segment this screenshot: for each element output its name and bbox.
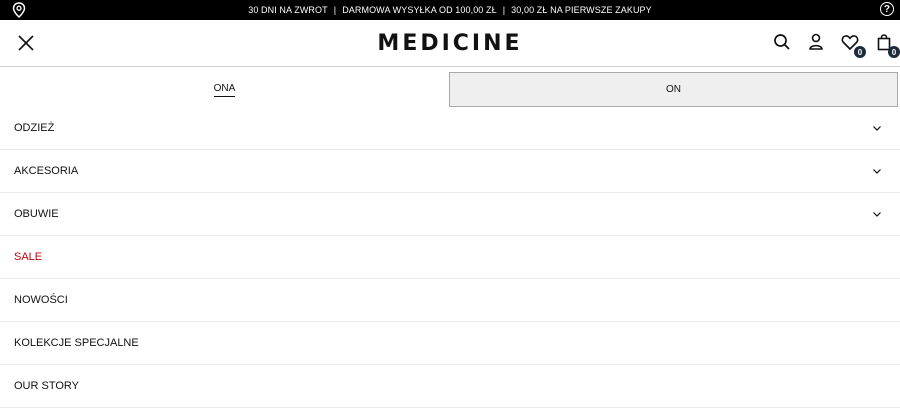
search-button[interactable] [772,32,792,52]
close-icon[interactable] [17,34,35,52]
brand-logo[interactable]: MEDICINE [377,31,522,56]
wishlist-button[interactable]: 0 [840,32,866,58]
menu-item-label: AKCESORIA [14,165,79,177]
menu-item-obuwie[interactable]: OBUWIE [0,193,900,236]
menu-item-label: OBUWIE [14,208,59,220]
location-pin-icon[interactable] [12,2,26,18]
site-header: MEDICINE 0 0 [0,20,900,67]
cart-count-badge: 0 [888,46,900,58]
user-icon [809,33,823,50]
promo-free-shipping: DARMOWA WYSYŁKA OD 100,00 ZŁ [342,5,497,15]
menu-item-label: OUR STORY [14,380,79,392]
chevron-down-icon[interactable] [872,166,882,176]
menu-item-label: KOLEKCJE SPECJALNE [14,337,139,349]
tab-on-label: ON [666,84,681,95]
account-button[interactable] [806,32,826,52]
search-icon [774,34,790,50]
menu-item-label: ODZIEŻ [14,122,55,134]
menu-item-kolekcje-specjalne[interactable]: KOLEKCJE SPECJALNE [0,322,900,365]
menu-item-sale[interactable]: SALE [0,236,900,279]
promo-first-purchase: 30,00 ZŁ NA PIERWSZE ZAKUPY [511,5,652,15]
wishlist-count-badge: 0 [854,46,866,58]
top-promo-bar: 30 DNI NA ZWROT | DARMOWA WYSYŁKA OD 100… [0,0,900,20]
gender-tabs: ONA ON [0,72,900,107]
cart-button[interactable]: 0 [874,32,900,58]
menu-item-label: SALE [14,251,43,263]
chevron-down-icon[interactable] [872,209,882,219]
promo-separator: | [502,5,506,15]
category-menu: ODZIEŻ AKCESORIA OBUWIE SALE NOWOŚCI KOL… [0,107,900,408]
tab-ona-label: ONA [213,83,236,97]
help-icon[interactable]: ? [880,2,894,16]
promo-returns: 30 DNI NA ZWROT [248,5,328,15]
tab-on[interactable]: ON [449,72,898,107]
chevron-down-icon[interactable] [872,123,882,133]
menu-item-our-story[interactable]: OUR STORY [0,365,900,408]
header-actions: 0 0 [772,32,900,58]
promo-separator: | [333,5,337,15]
menu-item-akcesoria[interactable]: AKCESORIA [0,150,900,193]
menu-item-label: NOWOŚCI [14,294,68,306]
menu-item-odziez[interactable]: ODZIEŻ [0,107,900,150]
menu-item-nowosci[interactable]: NOWOŚCI [0,279,900,322]
tab-ona[interactable]: ONA [0,72,449,107]
